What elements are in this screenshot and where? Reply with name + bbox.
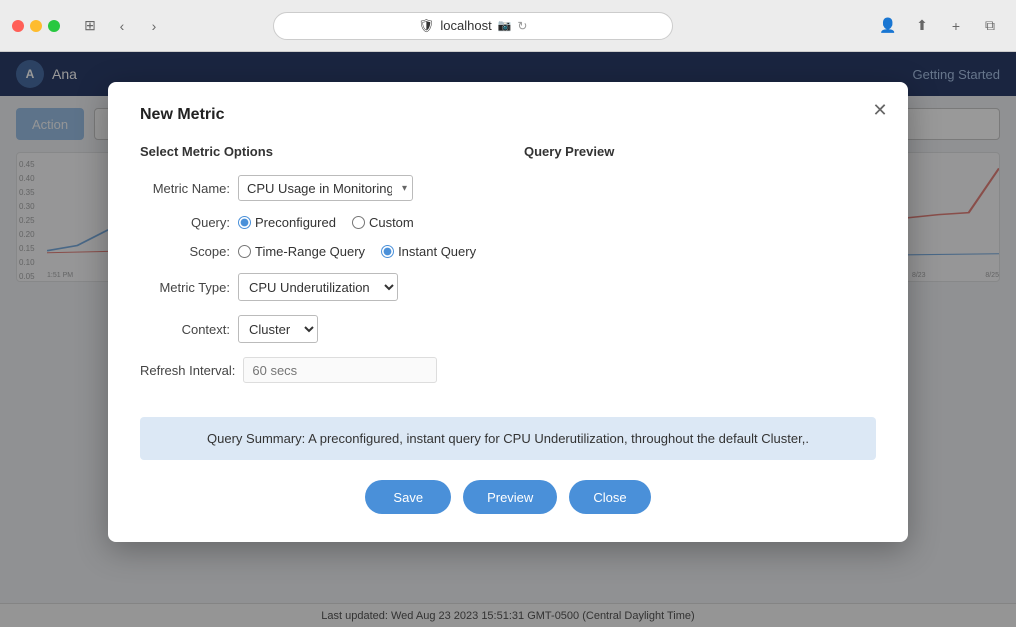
close-button[interactable]: Close xyxy=(569,480,650,514)
save-button[interactable]: Save xyxy=(365,480,451,514)
query-row: Query: Preconfigured Custom xyxy=(140,215,492,230)
right-section-title: Query Preview xyxy=(524,144,876,159)
modal-title: New Metric xyxy=(140,106,876,124)
metric-type-row: Metric Type: CPU Underutilization CPU Ut… xyxy=(140,273,492,301)
context-row: Context: Cluster Namespace Node xyxy=(140,315,492,343)
scope-time-range-option[interactable]: Time-Range Query xyxy=(238,244,365,259)
app-container: A Ana Getting Started Action 0.45 0.40 0… xyxy=(0,52,1016,627)
forward-button[interactable]: › xyxy=(140,12,168,40)
browser-actions: 👤 ⬆ + ⧉ xyxy=(874,12,1004,40)
metric-name-wrapper: ▾ xyxy=(238,175,413,201)
query-summary: Query Summary: A preconfigured, instant … xyxy=(140,417,876,460)
scope-instant-radio[interactable] xyxy=(381,245,394,258)
browser-chrome: ⊞ ‹ › 🛡 localhost 📷 ↻ 👤 ⬆ + ⧉ xyxy=(0,0,1016,52)
back-button[interactable]: ‹ xyxy=(108,12,136,40)
scope-instant-option[interactable]: Instant Query xyxy=(381,244,476,259)
address-text: localhost xyxy=(440,18,491,33)
shield-icon: 🛡 xyxy=(418,18,435,34)
context-select[interactable]: Cluster Namespace Node xyxy=(238,315,318,343)
query-preconfigured-label: Preconfigured xyxy=(255,215,336,230)
modal-overlay: New Metric ✕ Select Metric Options Metri… xyxy=(0,52,1016,627)
preview-button[interactable]: Preview xyxy=(463,480,557,514)
context-label: Context: xyxy=(140,322,230,337)
share-button[interactable]: ⬆ xyxy=(908,12,936,40)
modal-right-section: Query Preview xyxy=(524,144,876,397)
metric-type-select[interactable]: CPU Underutilization CPU Utilization Mem… xyxy=(238,273,398,301)
reload-icon: ↻ xyxy=(517,19,527,33)
scope-time-range-radio[interactable] xyxy=(238,245,251,258)
scope-radio-group: Time-Range Query Instant Query xyxy=(238,244,476,259)
left-section-title: Select Metric Options xyxy=(140,144,492,159)
traffic-lights xyxy=(12,20,60,32)
query-custom-radio[interactable] xyxy=(352,216,365,229)
query-custom-option[interactable]: Custom xyxy=(352,215,414,230)
modal-body: Select Metric Options Metric Name: ▾ Que… xyxy=(140,144,876,397)
close-window-button[interactable] xyxy=(12,20,24,32)
scope-instant-label: Instant Query xyxy=(398,244,476,259)
refresh-interval-input[interactable] xyxy=(243,357,437,383)
account-button[interactable]: 👤 xyxy=(874,12,902,40)
modal-close-button[interactable]: ✕ xyxy=(868,98,892,122)
browser-controls: ⊞ ‹ › xyxy=(76,12,168,40)
query-radio-group: Preconfigured Custom xyxy=(238,215,414,230)
metric-name-input[interactable] xyxy=(238,175,413,201)
metric-type-label: Metric Type: xyxy=(140,280,230,295)
new-tab-button[interactable]: + xyxy=(942,12,970,40)
modal-footer: Save Preview Close xyxy=(140,480,876,514)
scope-row: Scope: Time-Range Query Instant Query xyxy=(140,244,492,259)
metric-name-row: Metric Name: ▾ xyxy=(140,175,492,201)
query-preconfigured-radio[interactable] xyxy=(238,216,251,229)
copy-button[interactable]: ⧉ xyxy=(976,12,1004,40)
scope-time-range-label: Time-Range Query xyxy=(255,244,365,259)
query-preconfigured-option[interactable]: Preconfigured xyxy=(238,215,336,230)
scope-label: Scope: xyxy=(140,244,230,259)
refresh-label: Refresh Interval: xyxy=(140,363,235,378)
fullscreen-button[interactable] xyxy=(48,20,60,32)
query-summary-text: Query Summary: A preconfigured, instant … xyxy=(207,431,809,446)
address-bar[interactable]: 🛡 localhost 📷 ↻ xyxy=(273,12,673,40)
camera-icon: 📷 xyxy=(498,19,512,32)
refresh-interval-row: Refresh Interval: xyxy=(140,357,492,383)
close-icon: ✕ xyxy=(872,100,887,121)
modal-left-section: Select Metric Options Metric Name: ▾ Que… xyxy=(140,144,492,397)
modal-dialog: New Metric ✕ Select Metric Options Metri… xyxy=(108,82,908,542)
sidebar-toggle-button[interactable]: ⊞ xyxy=(76,12,104,40)
metric-name-label: Metric Name: xyxy=(140,181,230,196)
query-label: Query: xyxy=(140,215,230,230)
minimize-window-button[interactable] xyxy=(30,20,42,32)
query-custom-label: Custom xyxy=(369,215,414,230)
